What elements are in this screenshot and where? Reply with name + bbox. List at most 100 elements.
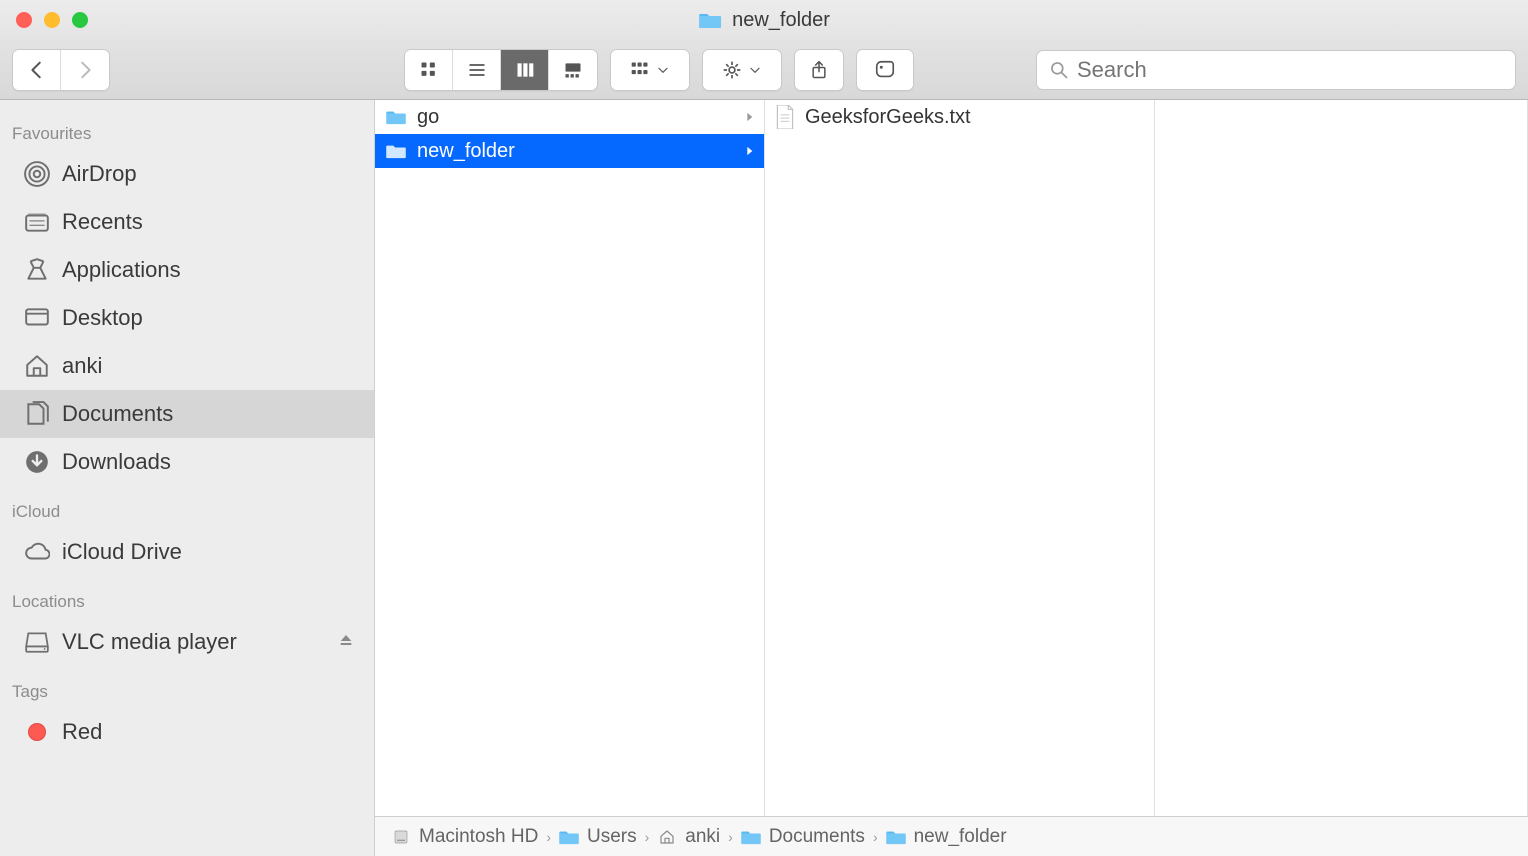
window-title: new_folder — [698, 9, 830, 32]
group-by-button[interactable] — [611, 50, 689, 90]
search-field-wrap[interactable] — [1036, 50, 1516, 90]
zoom-window-button[interactable] — [72, 12, 88, 28]
titlebar: new_folder — [0, 0, 1528, 40]
sidebar-item-applications[interactable]: Applications — [0, 246, 374, 294]
back-button[interactable] — [13, 50, 61, 90]
minimize-window-button[interactable] — [44, 12, 60, 28]
chevron-right-icon — [74, 59, 96, 81]
breadcrumb-separator-icon: › — [546, 829, 551, 845]
folder-row[interactable]: new_folder — [375, 134, 764, 168]
gear-icon — [722, 60, 742, 80]
icon-view-button[interactable] — [405, 50, 453, 90]
chevron-down-icon — [748, 63, 762, 77]
sidebar-item-red[interactable]: Red — [0, 708, 374, 756]
action-button-wrap — [702, 49, 782, 91]
gallery-icon — [563, 60, 583, 80]
documents-icon — [22, 401, 52, 427]
search-icon — [1049, 60, 1069, 80]
folder-icon — [886, 829, 906, 845]
column-view-button[interactable] — [501, 50, 549, 90]
breadcrumb-label: new_folder — [914, 826, 1007, 848]
sidebar-item-recents[interactable]: Recents — [0, 198, 374, 246]
main-area: FavouritesAirDrop Recents Applications Desk… — [0, 100, 1528, 856]
column-2: GeeksforGeeks.txt — [765, 100, 1155, 816]
gallery-view-button[interactable] — [549, 50, 597, 90]
sidebar-item-label: Downloads — [62, 449, 171, 475]
breadcrumb-item[interactable]: Users — [559, 826, 637, 848]
share-icon — [809, 60, 829, 80]
folder-icon — [741, 829, 761, 845]
grid-icon — [419, 60, 439, 80]
chevron-left-icon — [26, 59, 48, 81]
search-input[interactable] — [1077, 57, 1503, 83]
cloud-icon — [22, 539, 52, 565]
breadcrumb-item[interactable]: Macintosh HD — [391, 826, 538, 848]
tags-button-wrap — [856, 49, 914, 91]
sidebar-item-label: Desktop — [62, 305, 143, 331]
sidebar-item-label: VLC media player — [62, 629, 237, 655]
view-mode-segment — [404, 49, 598, 91]
edit-tags-button[interactable] — [857, 50, 913, 90]
sidebar-item-vlc-media-player[interactable]: VLC media player — [0, 618, 374, 666]
breadcrumb-label: anki — [685, 826, 720, 848]
breadcrumb-separator-icon: › — [873, 829, 878, 845]
eject-icon[interactable] — [338, 629, 354, 655]
home-icon — [22, 353, 52, 379]
desktop-icon — [22, 305, 52, 331]
sidebar-item-label: Recents — [62, 209, 143, 235]
list-icon — [467, 60, 487, 80]
chevron-down-icon — [656, 63, 670, 77]
sidebar: FavouritesAirDrop Recents Applications Desk… — [0, 100, 375, 856]
row-label: GeeksforGeeks.txt — [805, 106, 971, 129]
folder-icon — [559, 829, 579, 845]
columns-icon — [515, 60, 535, 80]
folder-row[interactable]: go — [375, 100, 764, 134]
sidebar-item-label: Red — [62, 719, 102, 745]
sidebar-item-desktop[interactable]: Desktop — [0, 294, 374, 342]
sidebar-item-label: Applications — [62, 257, 181, 283]
sidebar-section-header: Tags — [0, 666, 374, 708]
breadcrumb-separator-icon: › — [645, 829, 650, 845]
share-button-wrap — [794, 49, 844, 91]
recents-icon — [22, 209, 52, 235]
nav-buttons — [12, 49, 110, 91]
window-controls — [16, 12, 88, 28]
folder-icon — [385, 109, 407, 125]
folder-icon — [698, 11, 722, 29]
share-button[interactable] — [795, 50, 843, 90]
sidebar-item-label: anki — [62, 353, 102, 379]
drive-icon — [22, 629, 52, 655]
breadcrumb-item[interactable]: Documents — [741, 826, 865, 848]
row-label: new_folder — [417, 140, 515, 163]
toolbar — [0, 40, 1528, 100]
breadcrumb-label: Documents — [769, 826, 865, 848]
sidebar-item-icloud-drive[interactable]: iCloud Drive — [0, 528, 374, 576]
folder-icon — [385, 143, 407, 159]
file-row[interactable]: GeeksforGeeks.txt — [765, 100, 1154, 134]
sidebar-item-documents[interactable]: Documents — [0, 390, 374, 438]
sidebar-item-label: Documents — [62, 401, 173, 427]
sidebar-item-airdrop[interactable]: AirDrop — [0, 150, 374, 198]
sidebar-item-anki[interactable]: anki — [0, 342, 374, 390]
action-menu-button[interactable] — [703, 50, 781, 90]
close-window-button[interactable] — [16, 12, 32, 28]
disclosure-arrow-icon — [744, 106, 754, 129]
breadcrumb-separator-icon: › — [728, 829, 733, 845]
breadcrumb-item[interactable]: new_folder — [886, 826, 1007, 848]
grid-small-icon — [630, 60, 650, 80]
home-icon — [657, 829, 677, 845]
breadcrumb-item[interactable]: anki — [657, 826, 720, 848]
tag-icon — [874, 59, 896, 81]
window-title-text: new_folder — [732, 9, 830, 32]
column-browser: go new_folder GeeksforGeeks.txt — [375, 100, 1528, 816]
file-icon — [775, 105, 795, 129]
tag-color-icon — [22, 723, 52, 741]
column-3 — [1155, 100, 1528, 816]
sidebar-section-header: Favourites — [0, 108, 374, 150]
list-view-button[interactable] — [453, 50, 501, 90]
sidebar-item-downloads[interactable]: Downloads — [0, 438, 374, 486]
forward-button[interactable] — [61, 50, 109, 90]
sidebar-section-header: Locations — [0, 576, 374, 618]
disclosure-arrow-icon — [744, 140, 754, 163]
sidebar-item-label: iCloud Drive — [62, 539, 182, 565]
